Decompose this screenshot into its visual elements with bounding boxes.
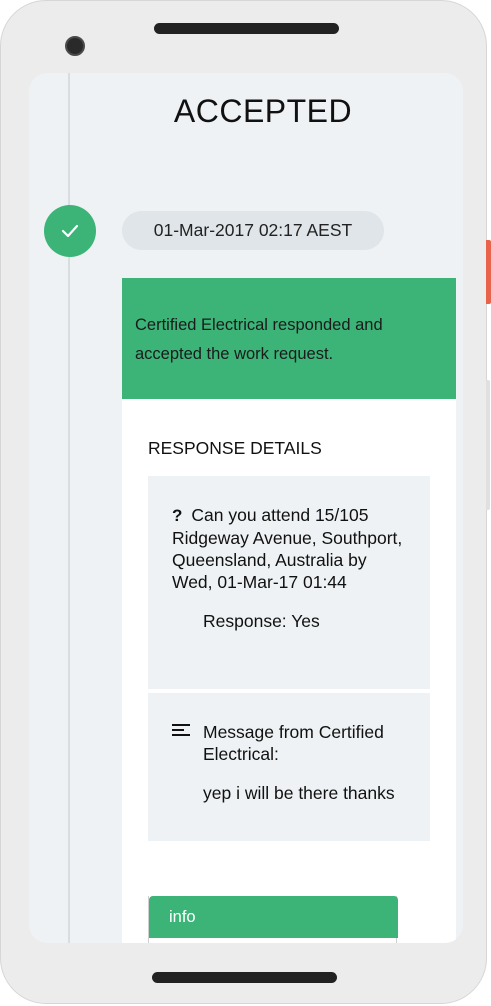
- response-card: Certified Electrical responded and accep…: [122, 278, 456, 943]
- info-panel: info: [148, 896, 398, 943]
- response-details-heading: RESPONSE DETAILS: [148, 438, 322, 458]
- question-box: ? Can you attend 15/105 Ridgeway Avenue, …: [148, 476, 430, 689]
- phone-frame: ACCEPTED 01-Mar-2017 02:17 AEST Certifie…: [0, 0, 487, 1004]
- timestamp-badge: 01-Mar-2017 02:17 AEST: [122, 211, 384, 250]
- power-button: [486, 240, 491, 304]
- question-label: Can you attend 15/105 Ridgeway Avenue, S…: [172, 505, 403, 592]
- message-header: Message from Certified Electrical:: [172, 721, 410, 765]
- response-value: Response: Yes: [203, 611, 320, 631]
- message-text: yep i will be there thanks: [203, 783, 395, 803]
- app-screen: ACCEPTED 01-Mar-2017 02:17 AEST Certifie…: [29, 73, 463, 943]
- top-speaker: [154, 23, 339, 34]
- message-label: Message from Certified Electrical:: [203, 722, 384, 764]
- response-summary: Certified Electrical responded and accep…: [122, 278, 456, 399]
- info-tab[interactable]: info: [149, 896, 398, 938]
- status-title: ACCEPTED: [173, 93, 353, 129]
- bottom-speaker: [152, 972, 337, 983]
- timeline-line: [68, 73, 70, 943]
- front-camera: [65, 36, 85, 56]
- check-icon: [44, 205, 96, 257]
- message-box: Message from Certified Electrical: yep i…: [148, 693, 430, 841]
- question-text: ? Can you attend 15/105 Ridgeway Avenue, …: [172, 504, 410, 593]
- volume-button: [486, 380, 490, 510]
- message-lines-icon: [172, 724, 190, 739]
- question-mark-icon: ?: [172, 506, 183, 525]
